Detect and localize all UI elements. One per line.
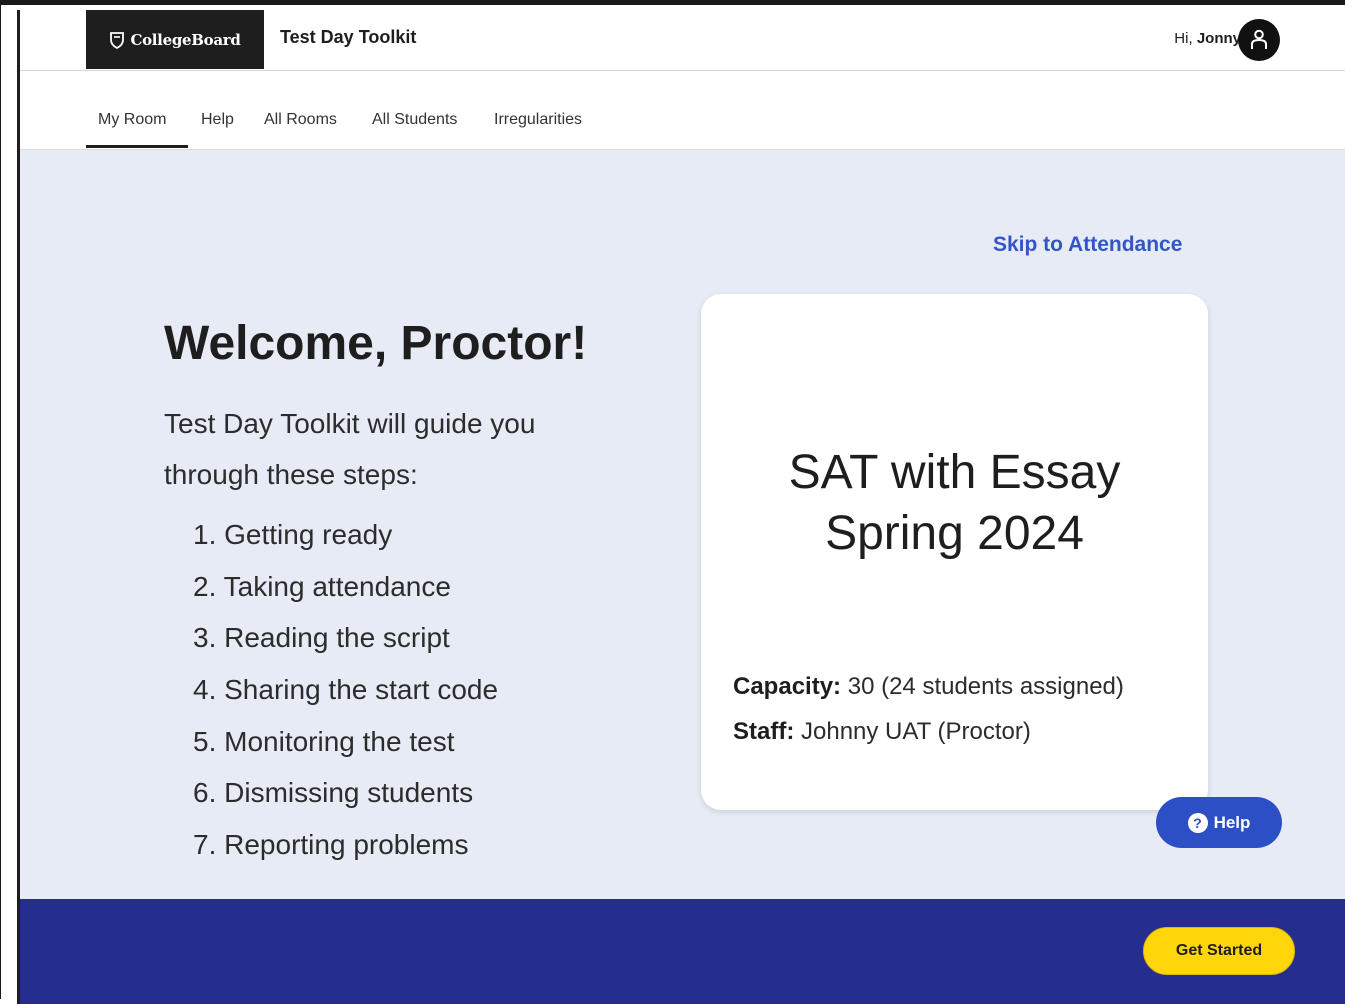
list-item: 1. Getting ready xyxy=(193,519,393,550)
capacity-label: Capacity: xyxy=(733,673,842,700)
list-item: 7. Reporting problems xyxy=(193,829,469,861)
page-title: Welcome, Proctor! xyxy=(164,317,588,370)
brand-name: CollegeBoard xyxy=(130,30,241,49)
test-term: Spring 2024 xyxy=(825,507,1084,560)
tab-help[interactable]: Help xyxy=(201,111,234,129)
test-name: SAT with Essay xyxy=(788,446,1121,499)
test-title: SAT with Essay Spring 2024 xyxy=(701,442,1208,564)
skip-to-attendance-link[interactable]: Skip to Attendance xyxy=(993,233,1182,257)
user-name: Jonny xyxy=(1196,30,1241,47)
top-header: CollegeBoard Test Day Toolkit Hi, Jonny xyxy=(20,10,1345,71)
acorn-shield-icon xyxy=(110,31,125,49)
tab-all-students[interactable]: All Students xyxy=(372,111,457,129)
main-content: Skip to Attendance Welcome, Proctor! Tes… xyxy=(20,150,1345,899)
capacity-line: Capacity: 30 (24 students assigned) xyxy=(733,673,1124,701)
app-title: Test Day Toolkit xyxy=(280,27,417,47)
app-window: CollegeBoard Test Day Toolkit Hi, Jonny … xyxy=(0,0,1345,1004)
tab-my-room[interactable]: My Room xyxy=(98,111,166,129)
user-icon xyxy=(1251,29,1267,49)
tab-irregularities[interactable]: Irregularities xyxy=(494,111,582,129)
collegeboard-logo[interactable]: CollegeBoard xyxy=(86,10,264,69)
main-nav: My Room Help All Rooms All Students Irre… xyxy=(20,71,1345,150)
staff-label: Staff: xyxy=(733,718,795,745)
user-greeting: Hi, Jonny xyxy=(1174,30,1241,47)
capacity-value: 30 (24 students assigned) xyxy=(847,673,1124,700)
greeting-prefix: Hi, xyxy=(1174,30,1193,47)
footer-bar: Get Started xyxy=(20,899,1345,1004)
intro-text: Test Day Toolkit will guide you through … xyxy=(164,408,536,490)
get-started-button[interactable]: Get Started xyxy=(1143,927,1295,975)
user-avatar-button[interactable] xyxy=(1238,19,1280,61)
help-button-label: Help xyxy=(1213,812,1251,832)
active-tab-indicator xyxy=(86,145,188,148)
help-button[interactable]: ? Help xyxy=(1156,797,1282,848)
list-item: 3. Reading the script xyxy=(193,622,450,654)
steps-list: 1. Getting ready 2. Taking attendance 3.… xyxy=(193,514,498,876)
list-item: 2. Taking attendance xyxy=(193,570,451,602)
tab-all-rooms[interactable]: All Rooms xyxy=(264,111,337,129)
list-item: 6. Dismissing students xyxy=(193,777,474,809)
staff-line: Staff: Johnny UAT (Proctor) xyxy=(733,718,1031,746)
list-item: 5. Monitoring the test xyxy=(193,725,455,757)
list-item: 4. Sharing the start code xyxy=(193,674,499,706)
staff-value: Johnny UAT (Proctor) xyxy=(801,718,1031,745)
test-info-card: SAT with Essay Spring 2024 Capacity: 30 … xyxy=(701,294,1208,810)
question-circle-icon: ? xyxy=(1187,812,1208,833)
